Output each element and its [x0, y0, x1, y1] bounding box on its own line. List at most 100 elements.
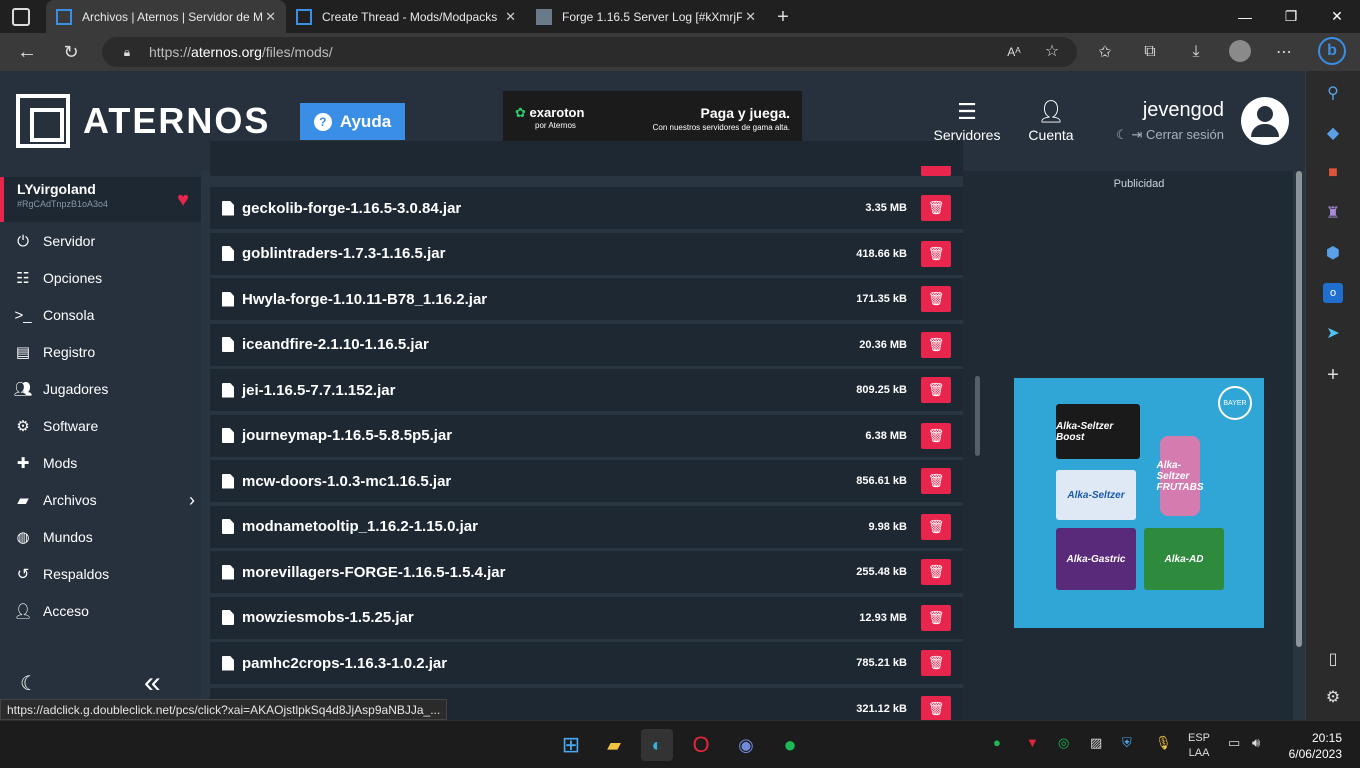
- defender-icon[interactable]: ⛨: [1122, 735, 1132, 751]
- nav-acceso[interactable]: 👤︎ Acceso: [12, 600, 88, 622]
- file-name[interactable]: mowziesmobs-1.5.25.jar: [242, 609, 859, 626]
- favorites-icon[interactable]: ✩: [1095, 42, 1115, 62]
- delete-button[interactable]: 🗑︎: [921, 195, 951, 221]
- tray-icon-2[interactable]: ▼: [1026, 735, 1039, 750]
- delete-button[interactable]: [921, 166, 951, 176]
- file-name[interactable]: iceandfire-2.1.10-1.16.5.jar: [242, 336, 859, 353]
- delete-button[interactable]: 🗑︎: [921, 513, 951, 540]
- account-link[interactable]: 👤︎ Cuenta: [1025, 99, 1077, 143]
- servers-link[interactable]: ☰ Servidores: [931, 99, 1003, 143]
- file-name[interactable]: journeymap-1.16.5-5.8.5p5.jar: [242, 427, 865, 444]
- games-icon[interactable]: ♜: [1323, 203, 1343, 223]
- delete-button[interactable]: 🗑︎: [921, 559, 951, 585]
- delete-button[interactable]: 🗑︎: [921, 468, 951, 494]
- collections-icon[interactable]: ⧉: [1140, 42, 1160, 62]
- spotify-icon[interactable]: ●: [774, 729, 806, 761]
- delete-button[interactable]: 🗑︎: [921, 650, 951, 676]
- tab-aternos[interactable]: Archivos | Aternos | Servidor de M ✕: [46, 0, 286, 33]
- windows-start-icon[interactable]: ⊞: [555, 729, 587, 761]
- network-icon[interactable]: ▭: [1228, 735, 1240, 751]
- favorite-star-icon[interactable]: ☆: [1042, 43, 1062, 61]
- search-icon[interactable]: ⚲: [1323, 83, 1343, 103]
- file-name[interactable]: modnametooltip_1.16.2-1.15.0.jar: [242, 518, 868, 535]
- broken-heart-icon[interactable]: ♥: [177, 189, 189, 212]
- shopping-tag-icon[interactable]: ◆: [1323, 123, 1343, 143]
- nav-mods[interactable]: ✚ Mods: [12, 452, 78, 474]
- file-name[interactable]: geckolib-forge-1.16.5-3.0.84.jar: [242, 200, 865, 217]
- nav-respaldos[interactable]: ↺ Respaldos: [12, 563, 109, 585]
- nav-software[interactable]: ⚙ Software: [12, 415, 98, 437]
- help-button[interactable]: ? Ayuda: [300, 103, 405, 140]
- split-screen-icon[interactable]: ▯: [1323, 649, 1343, 669]
- file-row[interactable]: journeymap-1.16.5-5.8.5p5.jar 6.38 MB 🗑︎: [210, 414, 963, 457]
- refresh-icon[interactable]: ↻: [60, 41, 82, 63]
- file-row[interactable]: geckolib-forge-1.16.5-3.0.84.jar 3.35 MB 🗑…: [210, 187, 963, 229]
- bing-icon[interactable]: b: [1318, 37, 1346, 65]
- close-icon[interactable]: ✕: [745, 9, 756, 25]
- tray-icon-3[interactable]: ◎: [1058, 735, 1069, 751]
- opera-icon[interactable]: O: [685, 729, 717, 761]
- file-row[interactable]: mowziesmobs-1.5.25.jar 12.93 MB 🗑︎: [210, 596, 963, 639]
- delete-button[interactable]: 🗑︎: [921, 604, 951, 631]
- file-row[interactable]: morevillagers-FORGE-1.16.5-1.5.4.jar 255.…: [210, 551, 963, 593]
- microphone-icon[interactable]: 🎙︎: [1155, 735, 1172, 751]
- aternos-logo[interactable]: ATERNOS: [16, 94, 270, 148]
- close-window-icon[interactable]: ✕: [1314, 0, 1360, 33]
- delete-button[interactable]: 🗑︎: [921, 377, 951, 403]
- file-row[interactable]: jei-1.16.5-7.7.1.152.jar 809.25 kB 🗑︎: [210, 369, 963, 411]
- file-name[interactable]: pamhc2crops-1.16.3-1.0.2.jar: [242, 655, 856, 672]
- moon-icon[interactable]: ☾: [1116, 127, 1128, 142]
- url-field[interactable]: 🔒︎ https://aternos.org/files/mods/ Aᴬ ☆: [102, 37, 1077, 67]
- nav-consola[interactable]: >_ Consola: [12, 304, 94, 326]
- downloads-icon[interactable]: ⤓: [1186, 42, 1206, 62]
- server-card[interactable]: LYvirgoland #RgCAdTnpzB1oA3o4 ♥: [0, 177, 201, 222]
- volume-icon[interactable]: 🔊︎: [1252, 735, 1260, 751]
- read-aloud-icon[interactable]: Aᴬ: [1004, 43, 1024, 61]
- tab-server-log[interactable]: Forge 1.16.5 Server Log [#kXmrjP ✕: [526, 0, 766, 33]
- tab-actions-icon[interactable]: [12, 8, 30, 26]
- spotify-tray-icon[interactable]: ●: [993, 735, 1001, 750]
- nav-opciones[interactable]: ☷ Opciones: [12, 267, 102, 289]
- restore-icon[interactable]: ❐: [1268, 0, 1314, 33]
- settings-gear-icon[interactable]: ⚙: [1323, 687, 1343, 707]
- file-name[interactable]: goblintraders-1.7.3-1.16.5.jar: [242, 245, 856, 262]
- clock[interactable]: 20:15 6/06/2023: [1282, 730, 1342, 762]
- add-icon[interactable]: +: [1323, 364, 1343, 386]
- close-icon[interactable]: ✕: [505, 9, 516, 25]
- nav-archivos[interactable]: ▰ Archivos ›: [12, 489, 195, 511]
- outlook-icon[interactable]: o: [1323, 283, 1343, 303]
- file-row[interactable]: pamhc2crops-1.16.3-1.0.2.jar 785.21 kB 🗑︎: [210, 642, 963, 684]
- avatar[interactable]: [1241, 97, 1289, 145]
- language-indicator[interactable]: ESP LAA: [1188, 731, 1210, 761]
- more-icon[interactable]: ⋯: [1274, 42, 1294, 62]
- file-name[interactable]: mcw-doors-1.0.3-mc1.16.5.jar: [242, 473, 856, 490]
- nav-jugadores[interactable]: 👥︎ Jugadores: [12, 378, 108, 400]
- nav-registro[interactable]: ▤ Registro: [12, 341, 95, 363]
- delete-button[interactable]: 🗑︎: [921, 240, 951, 267]
- dark-mode-moon-icon[interactable]: ☾: [20, 671, 38, 696]
- delete-button[interactable]: 🗑︎: [921, 286, 951, 312]
- send-icon[interactable]: ➤: [1323, 323, 1343, 343]
- delete-button[interactable]: 🗑︎: [921, 422, 951, 449]
- tray-icon-4[interactable]: ▨: [1090, 735, 1102, 751]
- close-icon[interactable]: ✕: [265, 9, 276, 25]
- new-tab-icon[interactable]: +: [772, 6, 794, 28]
- file-row[interactable]: goblintraders-1.7.3-1.16.5.jar 418.66 kB 🗑…: [210, 232, 963, 275]
- collapse-sidebar-icon[interactable]: «: [144, 666, 161, 700]
- file-name[interactable]: jei-1.16.5-7.7.1.152.jar: [242, 382, 856, 399]
- back-icon[interactable]: ←: [16, 41, 38, 63]
- tab-create-thread[interactable]: Create Thread - Mods/Modpacks ✕: [286, 0, 526, 33]
- tools-icon[interactable]: ■: [1323, 163, 1343, 183]
- logout-link[interactable]: ☾ ⇥ Cerrar sesión: [1104, 127, 1224, 143]
- bayer-ad[interactable]: BAYER Alka-Seltzer Boost Alka-Seltzer FR…: [1014, 378, 1264, 628]
- file-row[interactable]: mcw-doors-1.0.3-mc1.16.5.jar 856.61 kB 🗑︎: [210, 460, 963, 502]
- file-name[interactable]: morevillagers-FORGE-1.16.5-1.5.4.jar: [242, 564, 856, 581]
- file-list-scrollbar[interactable]: [975, 376, 980, 456]
- minimize-icon[interactable]: —: [1222, 0, 1268, 33]
- delete-button[interactable]: 🗑︎: [921, 695, 951, 720]
- edge-icon[interactable]: ◐: [641, 729, 673, 761]
- nav-servidor[interactable]: ⏻ Servidor: [12, 230, 95, 252]
- profile-icon[interactable]: [1229, 40, 1251, 62]
- file-row[interactable]: modnametooltip_1.16.2-1.15.0.jar 9.98 kB 🗑…: [210, 505, 963, 548]
- microsoft365-icon[interactable]: ⬢: [1323, 243, 1343, 263]
